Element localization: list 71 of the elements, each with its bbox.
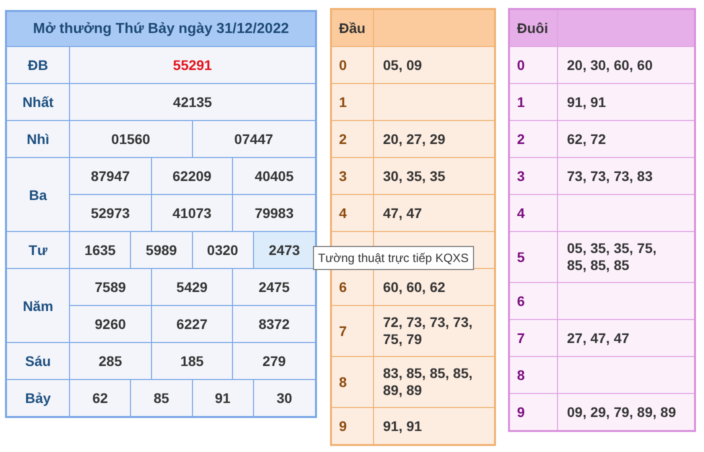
number-list: 30, 35, 35 [383,168,446,184]
prize-number: 30 [276,389,294,408]
prize-number: 1635 [70,232,132,268]
prize-number: 40405 [254,167,295,186]
prize-label: Tư [7,232,70,268]
digit-label: 2 [332,121,374,157]
digit-label: 3 [510,158,558,194]
number-list: 60, 60, 62 [383,278,446,296]
digit-label: 7 [510,320,558,356]
number-list: 20, 30, 60, 60 [567,56,653,74]
number-list: 73, 73, 73, 83 [567,168,653,184]
digit-label: 7 [332,306,374,356]
table-title: Mở thưởng Thứ Bảy ngày 31/12/2022 [7,12,315,47]
number-list: 83, 85, 85, 85, 89, 89 [383,365,478,399]
prize-label: Sáu [7,343,70,379]
prize-number: 62209 [152,158,234,194]
prize-number: 8372 [258,315,291,334]
number-list: 91, 91 [567,94,606,110]
prize-number: 42135 [172,93,213,112]
prize-label: Nhất [7,84,70,120]
number-list: 05, 35, 35, 75, 85, 85, 85 [567,240,678,274]
prize-label: ĐB [7,47,70,83]
number-list: 72, 73, 73, 73, 75, 79 [383,314,478,348]
prize-number: 01560 [70,121,192,157]
prize-number: 2473 [254,232,315,268]
tooltip: Tường thuật trực tiếp KQXS [313,246,474,270]
digit-label: 5 [510,232,558,282]
digit-label: 4 [510,195,558,231]
prize-number: 5429 [152,269,234,305]
digit-label: 6 [510,283,558,319]
prize-number: 85 [131,380,192,416]
digit-label: 0 [332,47,374,83]
digit-label: 2 [510,121,558,157]
column-header: Đuôi [510,10,558,46]
prize-number: 5989 [131,232,192,268]
prize-number: 285 [70,343,152,379]
prize-number: 91 [192,380,254,416]
digit-label: 9 [332,408,374,444]
prize-number: 07447 [233,130,274,149]
prize-number: 41073 [152,195,234,231]
digit-label: 3 [332,158,374,194]
prize-label: Bảy [7,380,70,416]
prize-number: 52973 [70,195,152,231]
prize-label: Năm [7,269,70,342]
prize-number: 62 [70,380,132,416]
prize-number: 279 [261,352,287,371]
prize-number: 185 [152,343,234,379]
prize-label: Ba [7,158,70,231]
number-list: 91, 91 [383,418,422,434]
prize-number: 87947 [70,158,152,194]
digit-label: 8 [510,357,558,393]
number-list: 47, 47 [383,204,422,222]
digit-label: 0 [510,47,558,83]
prize-number: 7589 [70,269,152,305]
prize-number: 6227 [152,306,234,342]
digit-label: 4 [332,195,374,231]
prize-number: 9260 [70,306,152,342]
prize-label: Nhì [7,121,70,157]
number-list: 20, 27, 29 [383,130,446,148]
digit-label: 8 [332,357,374,407]
prize-number: 79983 [254,204,295,223]
number-list: 27, 47, 47 [567,330,630,346]
number-list: 62, 72 [567,130,606,148]
number-list: 09, 29, 79, 89, 89 [567,404,676,420]
digit-label: 9 [510,394,558,430]
digit-label: 1 [510,84,558,120]
prize-number: 55291 [172,56,213,75]
column-header: Đầu [332,10,374,46]
number-list: 05, 09 [383,56,422,74]
digit-label: 1 [332,84,374,120]
prize-number: 2475 [258,278,291,297]
